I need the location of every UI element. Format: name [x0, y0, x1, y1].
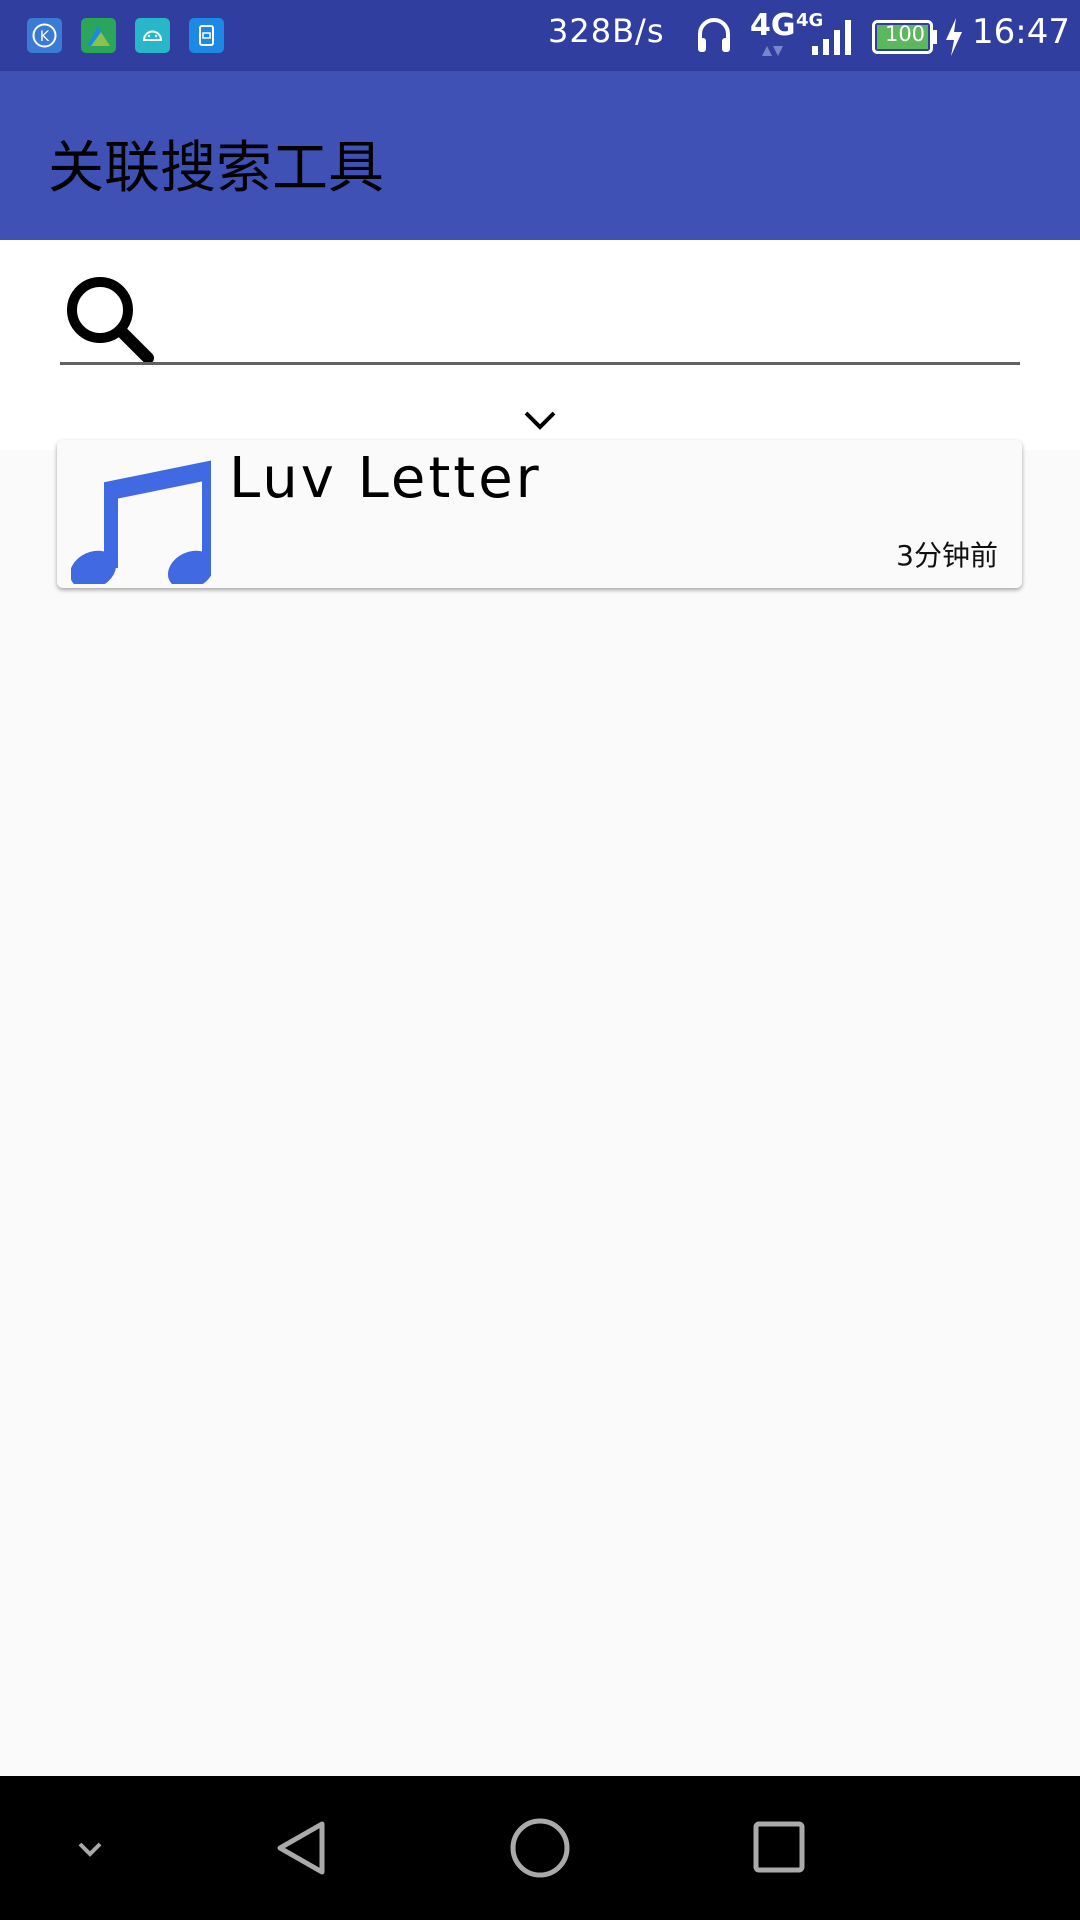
headphones-icon [698, 18, 730, 52]
chevron-down-icon[interactable] [520, 400, 560, 440]
back-icon[interactable] [258, 1806, 342, 1890]
music-note-icon [71, 460, 211, 584]
network-speed: 328B/s [548, 12, 665, 50]
search-input[interactable] [170, 280, 1010, 350]
result-item[interactable]: Luv Letter 3分钟前 [57, 440, 1022, 588]
screen: K 328B/s 4G 4G 100 16:47 关联搜索工具 Luv Lett… [0, 0, 1080, 1920]
svg-text:K: K [40, 29, 50, 45]
recents-icon[interactable] [738, 1806, 822, 1890]
network-type-primary: 4G [750, 8, 796, 43]
signal-strength-icon [812, 20, 851, 55]
search-underline [60, 362, 1020, 365]
song-title: Luv Letter [229, 446, 542, 511]
charging-icon [946, 18, 962, 56]
song-timestamp: 3分钟前 [896, 539, 998, 572]
maps-app-icon [81, 18, 116, 53]
app-bar: 关联搜索工具 [0, 71, 1080, 240]
sim-app-icon [189, 18, 224, 53]
k-app-icon: K [27, 18, 62, 53]
hide-nav-icon[interactable] [48, 1806, 132, 1890]
android-app-icon [135, 18, 170, 53]
status-bar: K 328B/s 4G 4G 100 16:47 [0, 0, 1080, 71]
data-activity-icon [762, 46, 783, 56]
search-icon [67, 277, 154, 364]
clock: 16:47 [972, 12, 1070, 52]
navigation-bar [0, 1776, 1080, 1920]
search-area [0, 240, 1080, 450]
app-title: 关联搜索工具 [48, 136, 384, 201]
battery-level: 100 [884, 22, 926, 46]
home-icon[interactable] [498, 1806, 582, 1890]
